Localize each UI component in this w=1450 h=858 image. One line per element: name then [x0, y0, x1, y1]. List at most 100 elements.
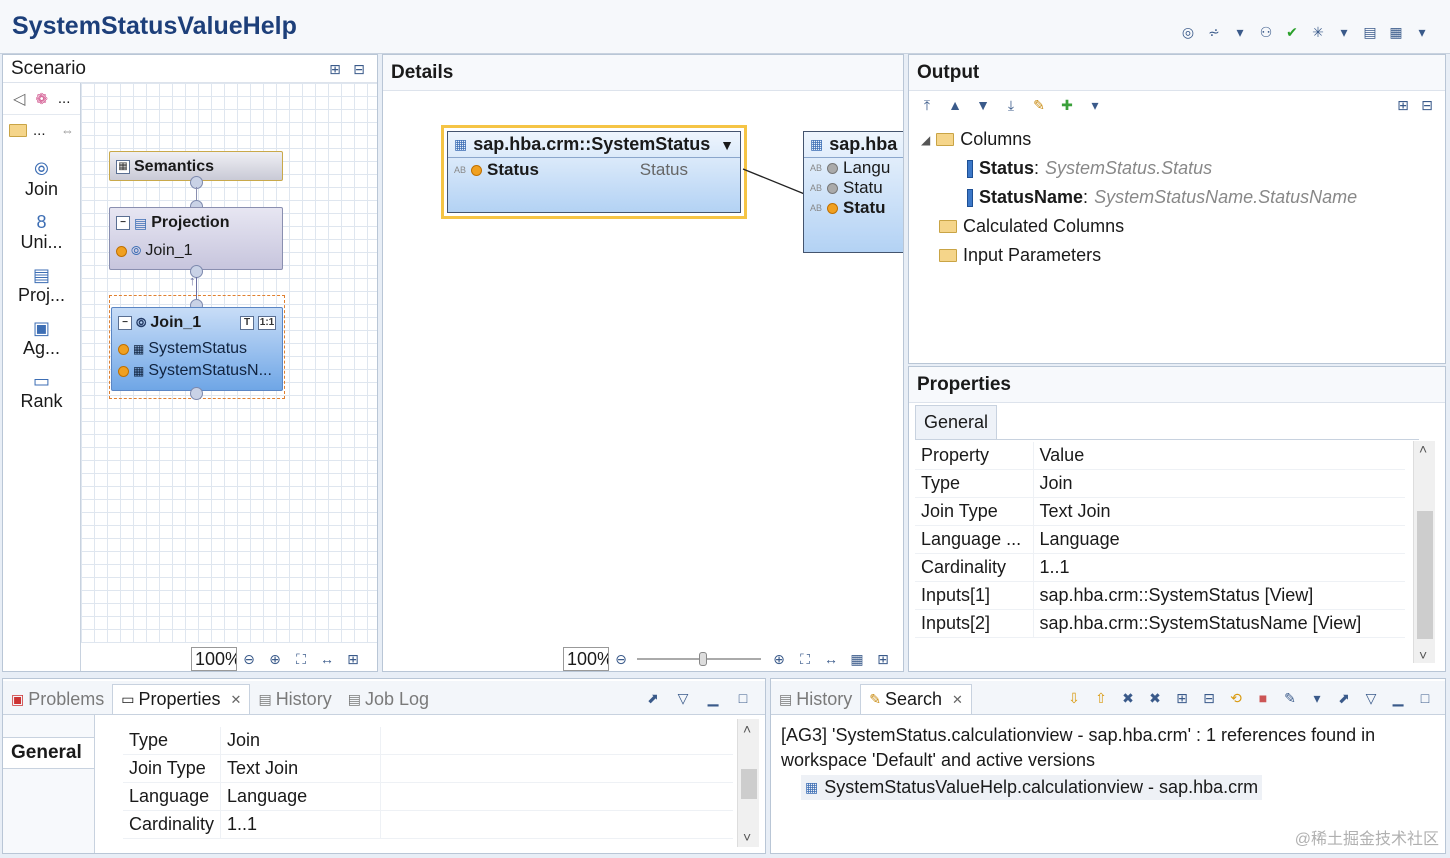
close-icon[interactable]: ✕: [231, 692, 242, 708]
palette-folder[interactable]: ... ⇔: [3, 115, 80, 145]
chevron-left-icon[interactable]: ◁: [13, 89, 25, 109]
table-row[interactable]: Join Type Text Join: [915, 497, 1405, 526]
tree-calculated[interactable]: Calculated Columns: [921, 212, 1357, 241]
table-row[interactable]: Language Language: [123, 782, 733, 811]
tab-general[interactable]: General: [915, 405, 998, 439]
layout-icon[interactable]: ⊞: [873, 649, 893, 669]
join-input[interactable]: ▦ SystemStatusN...: [112, 360, 282, 382]
bottom-left-vscrollbar[interactable]: ˄ ˅: [737, 719, 759, 847]
collapse-icon[interactable]: −: [118, 316, 132, 330]
join-input[interactable]: ▦ SystemStatus: [112, 338, 282, 360]
view-menu-icon[interactable]: ▽: [673, 688, 693, 708]
table-row[interactable]: Inputs[1] sap.hba.crm::SystemStatus [View…: [915, 581, 1405, 610]
move-top-icon[interactable]: ⤒: [917, 95, 937, 115]
chevron-down-icon[interactable]: ▾: [1085, 95, 1105, 115]
xml-icon[interactable]: ▦: [1386, 22, 1406, 42]
scroll-thumb[interactable]: [1417, 511, 1433, 639]
chevron-down-icon[interactable]: ▾: [1307, 688, 1327, 708]
refresh-icon[interactable]: ⟲: [1226, 688, 1246, 708]
chevron-down-icon[interactable]: ▾: [1230, 22, 1250, 42]
remove-all-icon[interactable]: ✖: [1145, 688, 1165, 708]
globe-icon[interactable]: ◎: [1178, 22, 1198, 42]
scroll-thumb[interactable]: [741, 769, 757, 799]
maximize-icon[interactable]: □: [1415, 688, 1435, 708]
tab-history[interactable]: ▤ History: [771, 685, 860, 714]
table-row[interactable]: Type Join: [123, 727, 733, 755]
expand-icon[interactable]: ⊞: [1393, 95, 1413, 115]
fit-width-icon[interactable]: ↔: [821, 649, 841, 669]
properties-vscrollbar[interactable]: ˄ ˅: [1413, 441, 1435, 663]
expand-icon[interactable]: ⊞: [325, 59, 345, 79]
tree-column-item[interactable]: StatusName: SystemStatusName.StatusName: [921, 183, 1357, 212]
binoculars-icon[interactable]: ⚇: [1256, 22, 1276, 42]
scroll-down-icon[interactable]: ˅: [1419, 647, 1427, 663]
table-row[interactable]: Inputs[2] sap.hba.crm::SystemStatusName […: [915, 609, 1405, 638]
scenario-zoom-input[interactable]: 100%: [191, 647, 237, 671]
zoom-in-icon[interactable]: ⊕: [769, 649, 789, 669]
move-down-icon[interactable]: ▼: [973, 95, 993, 115]
zoom-out-icon[interactable]: ⊖: [611, 649, 631, 669]
search-result-item[interactable]: ▦ SystemStatusValueHelp.calculationview …: [801, 775, 1263, 800]
palette-color-icon[interactable]: ❁: [35, 90, 48, 108]
details-canvas[interactable]: ▦ sap.hba.crm::SystemStatus ▼ AB Status …: [383, 91, 903, 607]
history-menu-icon[interactable]: ✎: [1280, 688, 1300, 708]
projection-input[interactable]: ⦾ Join_1: [110, 238, 282, 264]
pin-icon[interactable]: ⬈: [643, 688, 663, 708]
table-row[interactable]: Cardinality 1..1: [123, 810, 733, 839]
stop-icon[interactable]: ■: [1253, 688, 1273, 708]
collapse-all-icon[interactable]: ⊟: [1199, 688, 1219, 708]
document-icon[interactable]: ▤: [1360, 22, 1380, 42]
scenario-canvas[interactable]: ▦ Semantics − ▤ Projection ⦾ Join_1 ↑ − ⦾ Join…: [81, 83, 377, 643]
minimize-icon[interactable]: ▁: [703, 688, 723, 708]
grid-icon[interactable]: ▦: [847, 649, 867, 669]
view-menu-icon[interactable]: ▽: [1361, 688, 1381, 708]
chevron-down-icon[interactable]: ▾: [1334, 22, 1354, 42]
table1-node[interactable]: ▦ sap.hba.crm::SystemStatus ▼ AB Status …: [447, 131, 741, 213]
zoom-in-icon[interactable]: ⊕: [265, 649, 285, 669]
table1-column[interactable]: AB Status Status: [448, 158, 740, 182]
scroll-down-icon[interactable]: ˅: [743, 829, 751, 845]
pin-icon[interactable]: ⬈: [1334, 688, 1354, 708]
next-match-icon[interactable]: ⇩: [1064, 688, 1084, 708]
pencil-icon[interactable]: ✎: [1029, 95, 1049, 115]
table-row[interactable]: Language ... Language: [915, 525, 1405, 554]
collapse-icon[interactable]: ⊟: [349, 59, 369, 79]
tab-properties[interactable]: ▭ Properties ✕: [112, 684, 251, 714]
fit-icon[interactable]: ⛶: [291, 649, 311, 669]
tab-job-log[interactable]: ▤ Job Log: [340, 685, 437, 714]
projection-node[interactable]: − ▤ Projection ⦾ Join_1: [109, 207, 283, 270]
palette-tool-union[interactable]: 8 Uni...: [3, 212, 80, 253]
table-row[interactable]: Type Join: [915, 469, 1405, 498]
table-row[interactable]: Join Type Text Join: [123, 754, 733, 783]
chart-icon[interactable]: ⩫: [1204, 22, 1224, 42]
check-icon[interactable]: ✔: [1282, 22, 1302, 42]
chevron-down-icon[interactable]: ▼: [720, 137, 734, 153]
add-icon[interactable]: ✚: [1057, 95, 1077, 115]
scroll-up-icon[interactable]: ˄: [743, 721, 751, 737]
tree-params[interactable]: Input Parameters: [921, 241, 1357, 270]
chevron-down-icon[interactable]: ▾: [1412, 22, 1432, 42]
fit-icon[interactable]: ⛶: [795, 649, 815, 669]
table-row[interactable]: Cardinality 1..1: [915, 553, 1405, 582]
tree-column-item[interactable]: Status: SystemStatus.Status: [921, 154, 1357, 183]
details-zoom-input[interactable]: 100%: [563, 647, 609, 671]
tab-search[interactable]: ✎ Search ✕: [860, 684, 972, 714]
tab-problems[interactable]: ▣ Problems: [3, 685, 112, 714]
magic-icon[interactable]: ✳: [1308, 22, 1328, 42]
remove-icon[interactable]: ✖: [1118, 688, 1138, 708]
move-up-icon[interactable]: ▲: [945, 95, 965, 115]
scroll-up-icon[interactable]: ˄: [1419, 441, 1427, 457]
palette-tool-join[interactable]: ⦾ Join: [3, 159, 80, 200]
layout-icon[interactable]: ⊞: [343, 649, 363, 669]
collapse-arrows-icon[interactable]: ⇔: [61, 123, 74, 138]
zoom-slider-thumb[interactable]: [699, 652, 707, 666]
fit-width-icon[interactable]: ↔: [317, 649, 337, 669]
palette-tool-aggregation[interactable]: ▣ Ag...: [3, 318, 80, 359]
table2-column[interactable]: AB Langu: [804, 158, 903, 178]
table2-column[interactable]: AB Statu: [804, 178, 903, 198]
join-node[interactable]: − ⦾ Join_1 T 1:1 ▦ SystemStatus ▦ SystemStatus…: [111, 307, 283, 391]
collapse-icon[interactable]: −: [116, 216, 130, 230]
minimize-icon[interactable]: ▁: [1388, 688, 1408, 708]
palette-tool-rank[interactable]: ▭ Rank: [3, 371, 80, 412]
collapse-icon[interactable]: ⊟: [1417, 95, 1437, 115]
